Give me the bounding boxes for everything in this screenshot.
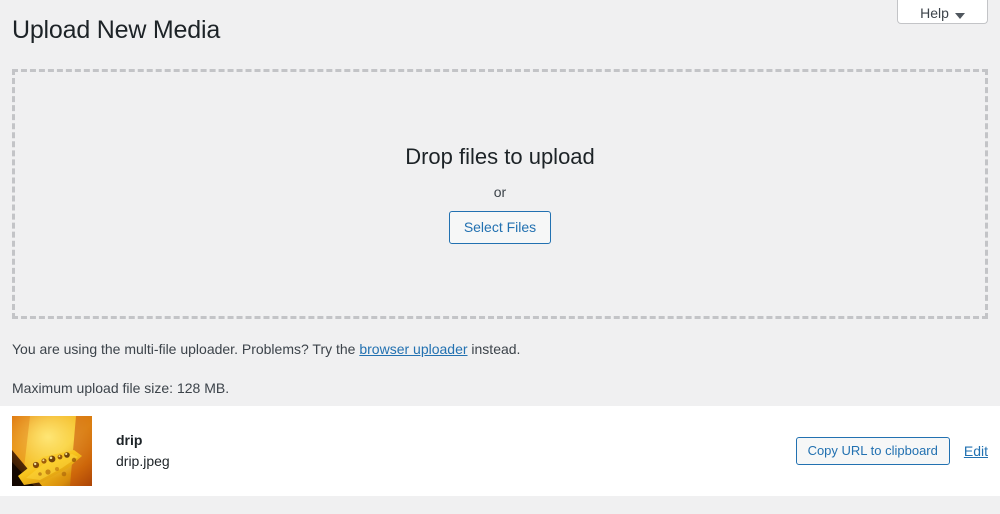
page-title: Upload New Media <box>12 16 221 44</box>
help-tab-label: Help <box>920 5 949 21</box>
drop-zone-headline: Drop files to upload <box>405 144 595 170</box>
media-title: drip <box>116 432 143 448</box>
media-thumbnail[interactable] <box>12 416 92 486</box>
chevron-down-icon <box>954 13 965 19</box>
select-files-button[interactable]: Select Files <box>448 210 552 244</box>
drop-zone-or-label: or <box>493 183 507 200</box>
media-meta: drip drip.jpeg <box>116 430 796 472</box>
edit-media-link[interactable]: Edit <box>964 443 988 459</box>
help-tab-button[interactable]: Help <box>897 0 988 24</box>
media-filename: drip.jpeg <box>116 453 170 469</box>
media-item-row: drip drip.jpeg Copy URL to clipboard Edi… <box>0 406 1000 496</box>
max-upload-size-notice: Maximum upload file size: 128 MB. <box>12 380 230 396</box>
browser-uploader-link[interactable]: browser uploader <box>359 341 467 357</box>
media-actions: Copy URL to clipboard Edit <box>795 437 988 465</box>
multifile-notice-prefix: You are using the multi-file uploader. P… <box>12 341 360 357</box>
copy-url-to-clipboard-button[interactable]: Copy URL to clipboard <box>795 437 950 465</box>
multifile-uploader-notice: You are using the multi-file uploader. P… <box>12 339 520 360</box>
file-drop-zone[interactable]: Drop files to upload or Select Files <box>12 69 988 319</box>
multifile-notice-suffix: instead. <box>467 341 521 357</box>
